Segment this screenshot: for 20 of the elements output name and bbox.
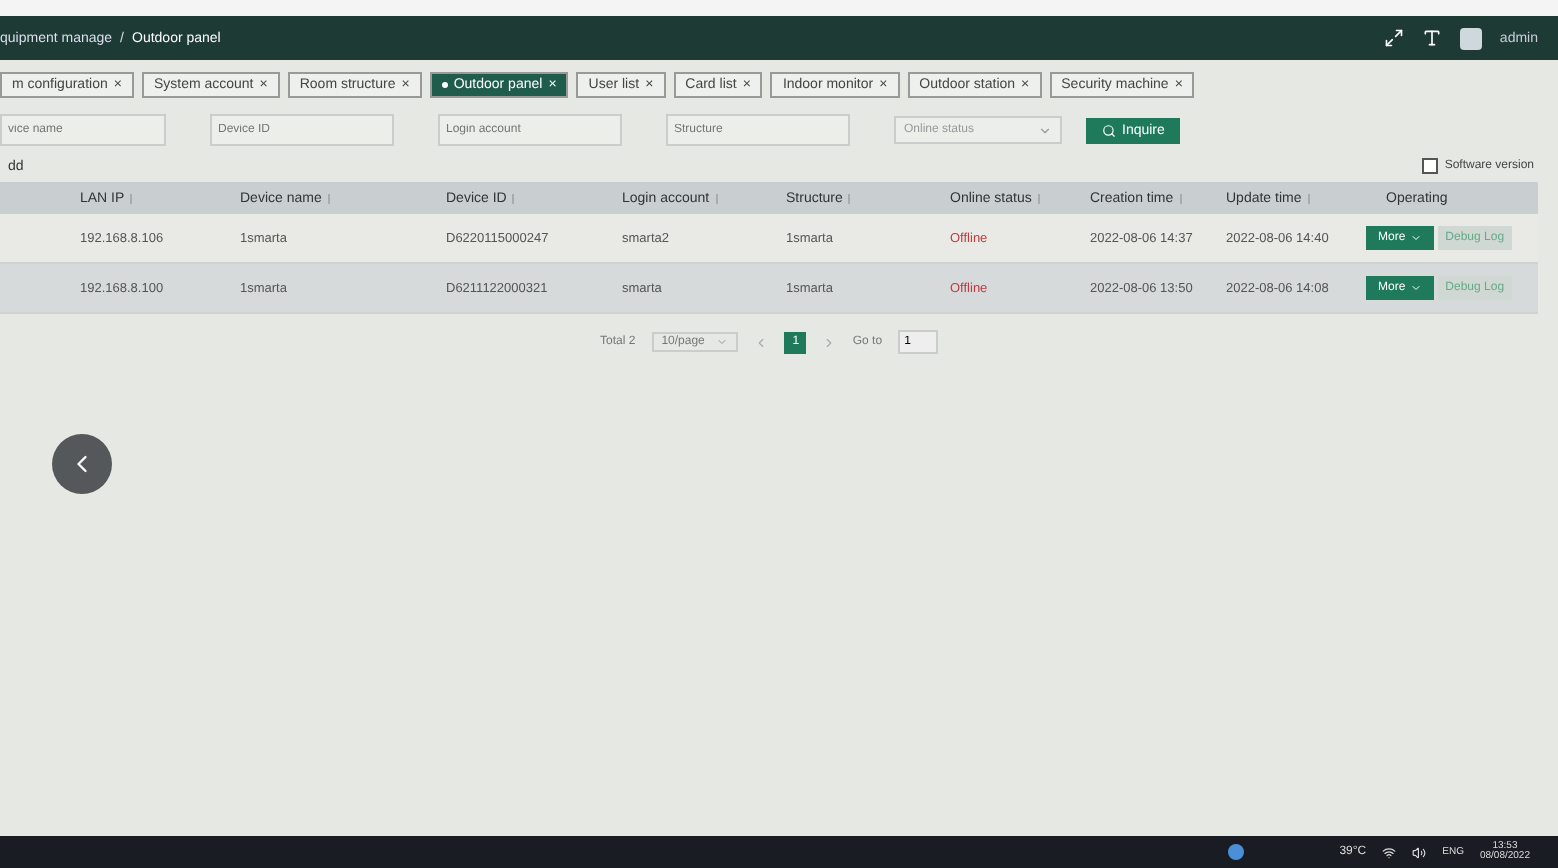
sort-icon[interactable] xyxy=(1179,193,1188,203)
next-icon[interactable] xyxy=(822,335,837,349)
active-dot-icon xyxy=(441,82,448,88)
font-size-icon[interactable] xyxy=(1421,28,1442,48)
sort-icon[interactable] xyxy=(1307,193,1316,203)
chevron-down-icon xyxy=(1409,232,1422,244)
sort-icon[interactable] xyxy=(327,193,336,203)
back-button[interactable] xyxy=(52,434,112,494)
avatar-icon[interactable] xyxy=(1459,27,1482,49)
volume-icon[interactable] xyxy=(1412,845,1427,859)
sort-icon[interactable] xyxy=(715,193,724,203)
chevron-down-icon xyxy=(1038,123,1052,137)
checkbox[interactable] xyxy=(1422,158,1439,174)
chevron-down-icon xyxy=(716,336,729,348)
prev-icon[interactable] xyxy=(754,335,769,349)
search-icon xyxy=(1102,123,1116,137)
wifi-icon[interactable] xyxy=(1382,845,1397,859)
sort-icon[interactable] xyxy=(1037,193,1046,203)
fullscreen-icon[interactable] xyxy=(1383,28,1404,48)
chevron-down-icon xyxy=(1409,282,1422,294)
